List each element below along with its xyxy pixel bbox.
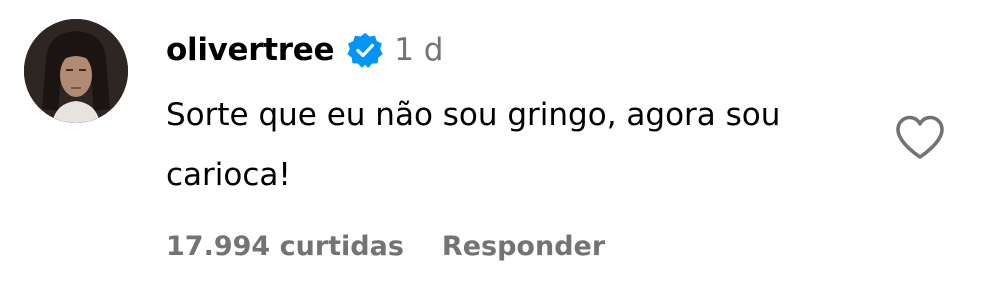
comment: olivertree 1 d Sorte que eu não sou grin… — [0, 0, 984, 297]
comment-header: olivertree 1 d — [166, 26, 444, 74]
comment-text: Sorte que eu não sou gringo, agora sou c… — [166, 97, 781, 193]
like-button[interactable] — [893, 112, 947, 164]
username-link[interactable]: olivertree — [166, 32, 335, 68]
verified-badge-icon — [346, 31, 384, 69]
likes-count[interactable]: 17.994 curtidas — [166, 231, 404, 262]
avatar[interactable] — [24, 19, 128, 123]
comment-actions: 17.994 curtidas Responder — [166, 224, 605, 268]
timestamp[interactable]: 1 d — [394, 32, 443, 68]
heart-outline-icon — [896, 115, 944, 159]
avatar-image — [24, 19, 128, 123]
reply-button[interactable]: Responder — [442, 231, 605, 262]
